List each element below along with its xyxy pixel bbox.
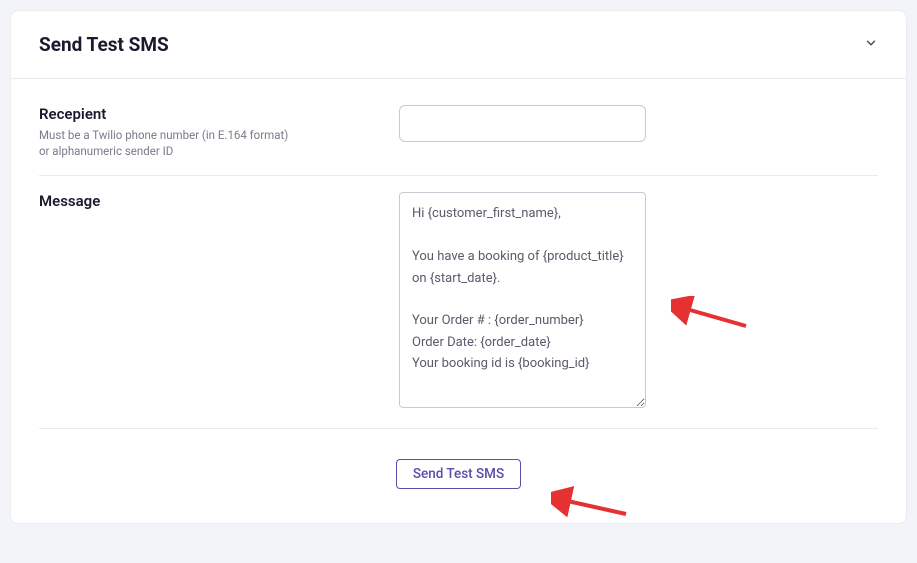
card-header[interactable]: Send Test SMS: [11, 11, 906, 79]
message-label-col: Message: [39, 192, 399, 412]
card-footer: Send Test SMS: [11, 429, 906, 523]
send-test-sms-button[interactable]: Send Test SMS: [396, 459, 521, 489]
send-test-sms-card: Send Test SMS Recepient Must be a Twilio…: [10, 10, 907, 524]
message-input-col: [399, 192, 878, 412]
recipient-input[interactable]: [399, 105, 646, 142]
message-textarea[interactable]: [399, 192, 646, 408]
chevron-down-icon: [864, 36, 878, 54]
recipient-help-text: Must be a Twilio phone number (in E.164 …: [39, 127, 299, 159]
card-title: Send Test SMS: [39, 33, 169, 56]
recipient-row: Recepient Must be a Twilio phone number …: [39, 89, 878, 176]
message-label: Message: [39, 192, 399, 210]
message-row: Message: [39, 176, 878, 428]
card-body: Recepient Must be a Twilio phone number …: [11, 79, 906, 428]
recipient-label: Recepient: [39, 105, 399, 123]
recipient-label-col: Recepient Must be a Twilio phone number …: [39, 105, 399, 159]
recipient-input-col: [399, 105, 878, 159]
